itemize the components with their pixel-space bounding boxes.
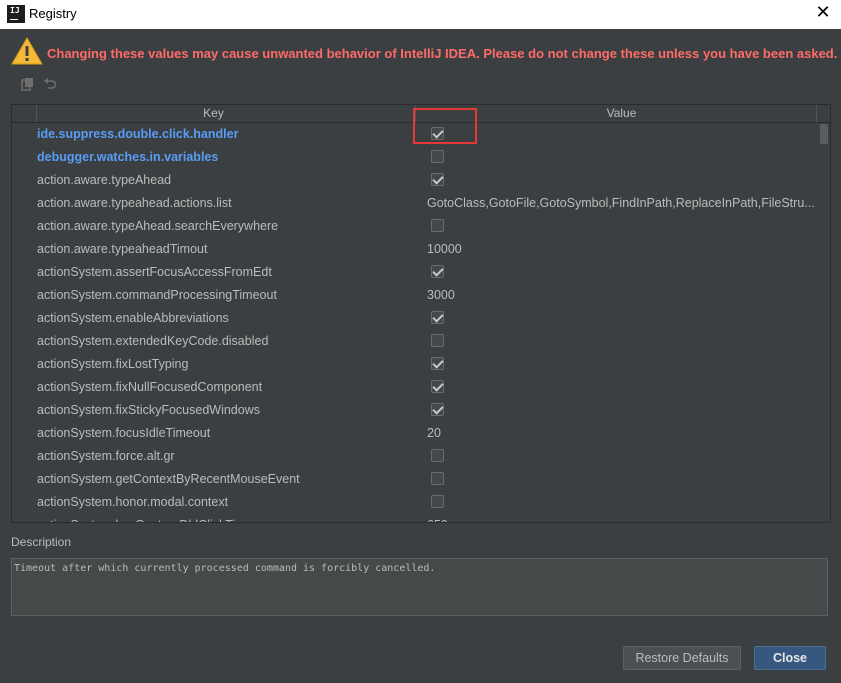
registry-key: actionSystem.assertFocusAccessFromEdt [37,265,272,279]
value-checkbox[interactable] [431,219,444,232]
close-button[interactable]: Close [754,646,826,670]
registry-value[interactable]: 20 [427,426,817,440]
registry-key: actionSystem.enableAbbreviations [37,311,229,325]
scrollbar-thumb[interactable] [820,124,828,144]
table-body: ide.suppress.double.click.handler debugge… [12,123,818,522]
value-checkbox[interactable] [431,265,444,278]
copy-icon[interactable] [20,77,36,93]
table-row[interactable]: actionSystem.focusIdleTimeout 20 [12,422,818,445]
value-checkbox[interactable] [431,495,444,508]
window-title: Registry [29,6,77,21]
registry-value[interactable]: 650 [427,518,817,522]
registry-key: actionSystem.honor.modal.context [37,495,229,509]
value-column-header[interactable]: Value [427,105,816,122]
registry-key: actionSystem.fixStickyFocusedWindows [37,403,260,417]
table-row[interactable]: actionSystem.getContextByRecentMouseEven… [12,468,818,491]
table-row[interactable]: actionSystem.commandProcessingTimeout 300… [12,284,818,307]
registry-key: actionSystem.fixNullFocusedComponent [37,380,263,394]
close-window-button[interactable]: ✕ [815,4,831,22]
registry-key: action.aware.typeahead.actions.list [37,196,232,210]
value-checkbox[interactable] [431,173,444,186]
table-scrollbar[interactable] [818,123,830,522]
registry-key: actionSystem.fixLostTyping [37,357,189,371]
registry-key: actionSystem.commandProcessingTimeout [37,288,277,302]
registry-table: Key Value ide.suppress.double.click.hand… [11,104,831,523]
table-row[interactable]: actionSystem.enableAbbreviations [12,307,818,330]
value-checkbox[interactable] [431,311,444,324]
table-row[interactable]: actionSystem.honor.modal.context [12,491,818,514]
registry-key: actionSystem.getContextByRecentMouseEven… [37,472,300,486]
registry-key: actionSystem.extendedKeyCode.disabled [37,334,269,348]
table-row[interactable]: action.aware.typeaheadTimout 10000 [12,238,818,261]
table-row[interactable]: action.aware.typeAhead [12,169,818,192]
table-row[interactable]: debugger.watches.in.variables [12,146,818,169]
key-column-header[interactable]: Key [12,105,416,122]
intellij-logo-icon: IJ [7,5,25,23]
table-row[interactable]: action.aware.typeahead.actions.list GotoC… [12,192,818,215]
registry-key: action.aware.typeAhead.searchEverywhere [37,219,279,233]
table-row[interactable]: actionSystem.keyGestureDblClickTime 650 [12,514,818,522]
value-checkbox[interactable] [431,357,444,370]
warning-message: Changing these values may cause unwanted… [47,46,838,61]
undo-icon[interactable] [42,77,58,93]
value-checkbox[interactable] [431,472,444,485]
registry-value[interactable]: 10000 [427,242,817,256]
table-row[interactable]: action.aware.typeAhead.searchEverywhere [12,215,818,238]
registry-key: actionSystem.keyGestureDblClickTime [37,518,253,522]
table-row[interactable]: actionSystem.force.alt.gr [12,445,818,468]
highlight-box [413,108,477,144]
warning-icon [11,37,43,65]
table-row[interactable]: actionSystem.extendedKeyCode.disabled [12,330,818,353]
value-checkbox[interactable] [431,403,444,416]
registry-key: action.aware.typeAhead [37,173,172,187]
registry-key: actionSystem.focusIdleTimeout [37,426,211,440]
registry-key: action.aware.typeaheadTimout [37,242,208,256]
title-bar: IJ Registry ✕ [0,0,841,29]
description-box: Timeout after which currently processed … [11,558,828,616]
table-row[interactable]: actionSystem.assertFocusAccessFromEdt [12,261,818,284]
registry-value[interactable]: 3000 [427,288,817,302]
description-label: Description [11,535,72,549]
table-row[interactable]: actionSystem.fixStickyFocusedWindows [12,399,818,422]
description-text: Timeout after which currently processed … [14,563,436,574]
registry-key: actionSystem.force.alt.gr [37,449,175,463]
value-checkbox[interactable] [431,449,444,462]
registry-key: ide.suppress.double.click.handler [37,127,239,141]
registry-key: debugger.watches.in.variables [37,150,219,164]
value-checkbox[interactable] [431,380,444,393]
value-checkbox[interactable] [431,334,444,347]
value-checkbox[interactable] [431,150,444,163]
restore-defaults-button[interactable]: Restore Defaults [623,646,741,670]
table-row[interactable]: actionSystem.fixLostTyping [12,353,818,376]
table-row[interactable]: actionSystem.fixNullFocusedComponent [12,376,818,399]
registry-value[interactable]: GotoClass,GotoFile,GotoSymbol,FindInPath… [427,196,817,210]
